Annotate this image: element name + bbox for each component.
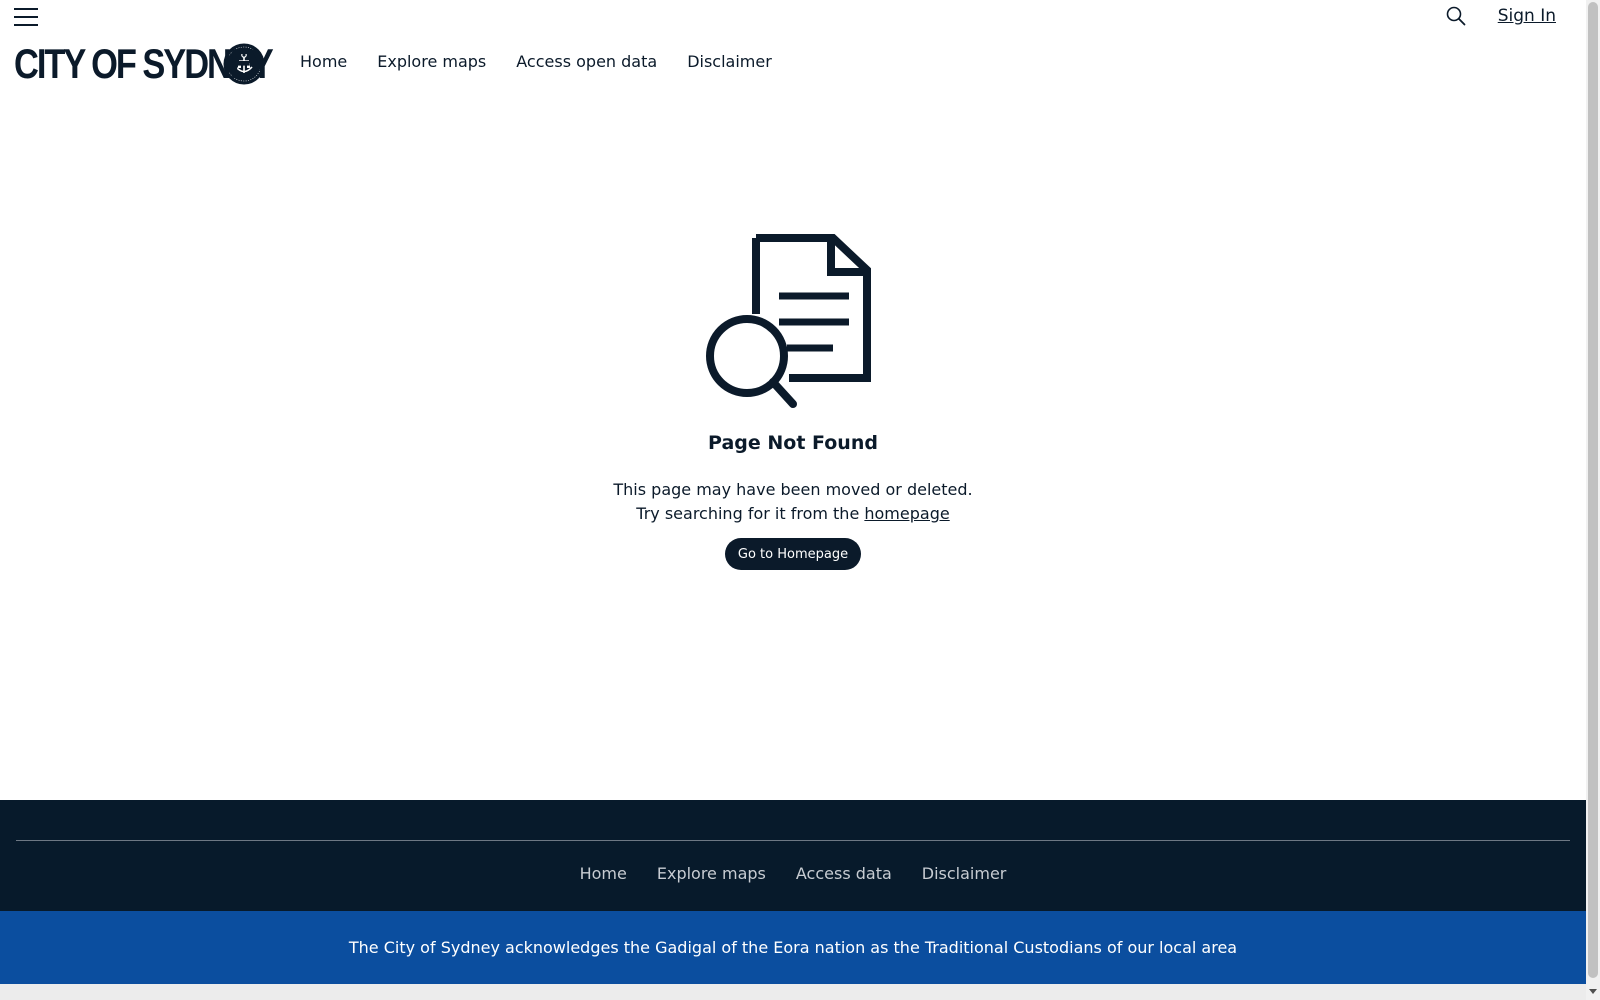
- vertical-scrollbar[interactable]: [1586, 0, 1600, 1000]
- page-title: Page Not Found: [708, 432, 878, 454]
- sign-in-link[interactable]: Sign In: [1498, 6, 1556, 26]
- scrollbar-thumb[interactable]: [1588, 2, 1598, 978]
- page: Sign In CITY OF SYDNEY Home Explore maps…: [0, 0, 1600, 1000]
- go-to-homepage-button[interactable]: Go to Homepage: [725, 538, 861, 570]
- footer-nav-disclaimer[interactable]: Disclaimer: [922, 864, 1007, 883]
- homepage-link[interactable]: homepage: [864, 504, 949, 523]
- nav-access-open-data[interactable]: Access open data: [516, 52, 657, 71]
- not-found-message: This page may have been moved or deleted…: [613, 480, 973, 499]
- nav-explore-maps[interactable]: Explore maps: [377, 52, 486, 71]
- footer-nav: Home Explore maps Access data Disclaimer: [0, 864, 1586, 883]
- main-nav: Home Explore maps Access open data Discl…: [300, 52, 772, 71]
- footer-nav-access-data[interactable]: Access data: [796, 864, 892, 883]
- logo-wordmark: CITY OF SYDNEY: [14, 40, 274, 87]
- menu-bar-top: [14, 8, 38, 10]
- not-found-section: Page Not Found This page may have been m…: [0, 100, 1586, 800]
- page-bottom-strip: [0, 984, 1586, 1000]
- search-icon[interactable]: [1444, 4, 1468, 28]
- acknowledgement-text: The City of Sydney acknowledges the Gadi…: [348, 938, 1238, 957]
- footer-nav-explore-maps[interactable]: Explore maps: [657, 864, 766, 883]
- document-search-icon: [706, 234, 871, 408]
- acknowledgement-banner: The City of Sydney acknowledges the Gadi…: [0, 911, 1586, 984]
- search-suggestion-text: Try searching for it from the: [636, 504, 865, 523]
- footer-nav-home[interactable]: Home: [580, 864, 627, 883]
- search-suggestion: Try searching for it from the homepage: [0, 504, 1586, 523]
- footer: Home Explore maps Access data Disclaimer: [0, 800, 1586, 911]
- header-actions: Sign In: [1444, 4, 1556, 28]
- city-of-sydney-logo[interactable]: CITY OF SYDNEY: [14, 40, 274, 87]
- scroll-down-arrow-icon[interactable]: [1589, 989, 1597, 994]
- menu-bar-bottom: [14, 24, 38, 26]
- footer-divider: [16, 840, 1570, 841]
- hamburger-menu-icon[interactable]: [14, 6, 38, 28]
- nav-home[interactable]: Home: [300, 52, 347, 71]
- menu-bar-middle: [14, 16, 38, 18]
- nav-disclaimer[interactable]: Disclaimer: [687, 52, 772, 71]
